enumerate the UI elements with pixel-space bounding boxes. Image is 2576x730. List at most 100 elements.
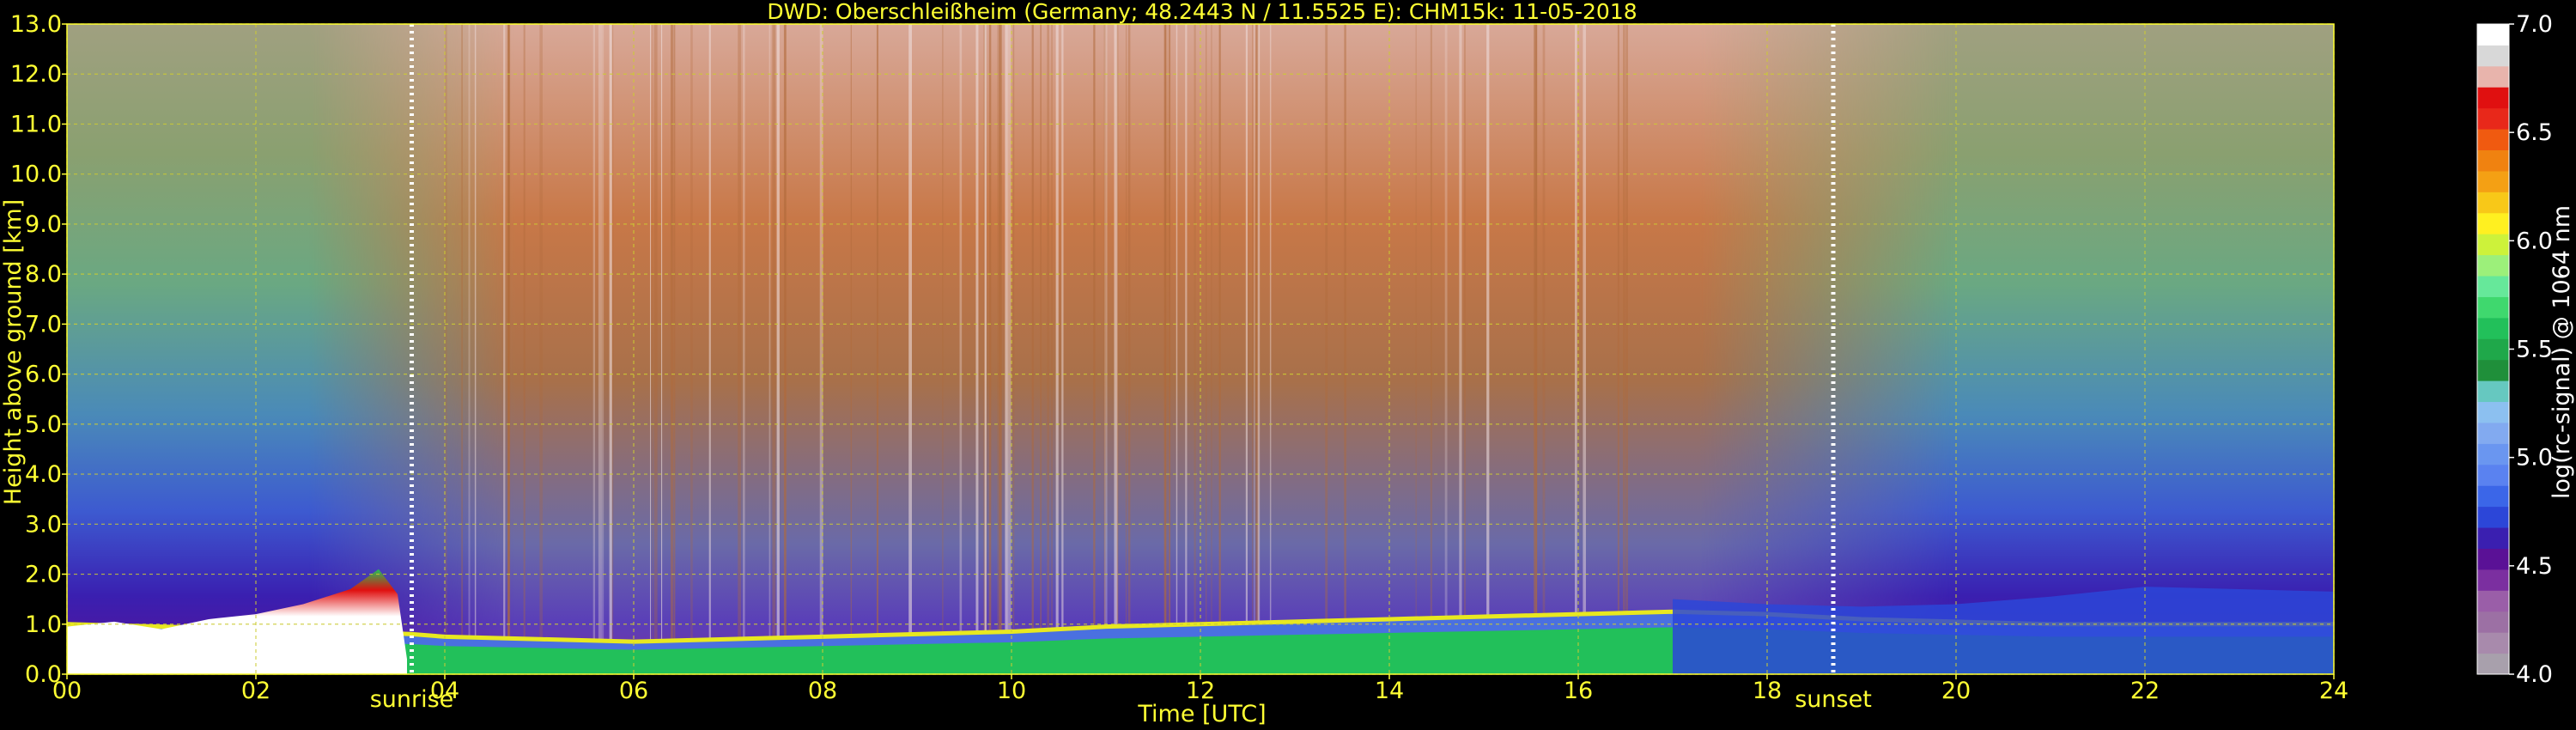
colorbar-level bbox=[2477, 485, 2509, 508]
signal-streak bbox=[1047, 24, 1049, 674]
signal-streak bbox=[523, 24, 526, 674]
colorbar-level bbox=[2477, 401, 2509, 423]
y-tick-label: 9.0 bbox=[25, 211, 62, 238]
y-tick-label: 1.0 bbox=[25, 611, 62, 638]
x-tick-label: 22 bbox=[2130, 678, 2160, 704]
colorbar-level bbox=[2477, 170, 2509, 192]
x-tick-label: 18 bbox=[1753, 678, 1782, 704]
colorbar-level bbox=[2477, 632, 2509, 654]
colorbar-tick-label: 4.5 bbox=[2516, 553, 2553, 580]
x-tick-label: 24 bbox=[2319, 678, 2348, 704]
y-tick-label: 13.0 bbox=[10, 11, 62, 38]
signal-streak bbox=[1617, 24, 1619, 674]
colorbar-level bbox=[2477, 276, 2509, 297]
x-tick-label: 10 bbox=[997, 678, 1026, 704]
x-tick-label: 16 bbox=[1564, 678, 1593, 704]
y-tick-label: 6.0 bbox=[25, 362, 62, 388]
signal-streak bbox=[503, 24, 506, 674]
signal-streak bbox=[876, 24, 878, 674]
colorbar-tick-label: 6.0 bbox=[2516, 228, 2553, 254]
signal-streak bbox=[743, 24, 745, 674]
colorbar-tick-label: 5.5 bbox=[2516, 337, 2553, 363]
colorbar-level bbox=[2477, 65, 2509, 88]
signal-streak bbox=[660, 24, 663, 674]
colorbar-level bbox=[2477, 296, 2509, 319]
y-tick-label: 11.0 bbox=[10, 111, 62, 137]
signal-streak bbox=[1211, 24, 1212, 674]
colorbar-level bbox=[2477, 129, 2509, 151]
colorbar-level bbox=[2477, 212, 2509, 234]
signal-streak bbox=[1168, 24, 1171, 674]
colorbar-level bbox=[2477, 317, 2509, 339]
colorbar-level bbox=[2477, 590, 2509, 612]
x-tick-label: 02 bbox=[241, 678, 270, 704]
signal-streak bbox=[1486, 24, 1490, 674]
annotation-label: sunset bbox=[1795, 686, 1872, 713]
signal-streak bbox=[1164, 24, 1168, 674]
y-tick-label: 7.0 bbox=[25, 311, 62, 338]
signal-streak bbox=[1055, 24, 1059, 674]
signal-streak bbox=[1007, 24, 1012, 674]
signal-streak bbox=[1040, 24, 1042, 674]
colorbar-level bbox=[2477, 380, 2509, 403]
colorbar-level bbox=[2477, 443, 2509, 465]
colorbar-level bbox=[2477, 422, 2509, 444]
colorbar-level bbox=[2477, 24, 2509, 46]
signal-streak bbox=[598, 24, 602, 674]
signal-streak bbox=[650, 24, 652, 674]
x-tick-label: 08 bbox=[808, 678, 837, 704]
colorbar-level bbox=[2477, 338, 2509, 361]
signal-streak bbox=[1061, 24, 1064, 674]
signal-streak bbox=[1194, 24, 1196, 674]
y-tick-label: 5.0 bbox=[25, 411, 62, 438]
colorbar-level bbox=[2477, 548, 2509, 570]
signal-streak bbox=[985, 24, 987, 674]
signal-streak bbox=[1430, 24, 1432, 674]
signal-streak bbox=[1127, 24, 1131, 674]
signal-streak bbox=[769, 24, 771, 674]
signal-streak bbox=[1459, 24, 1462, 674]
ceilometer-chart: 00 02 04 06 08 10 12 14 16 18 20 22 24 0.01.02.03.04… bbox=[0, 0, 2575, 727]
colorbar-level bbox=[2477, 464, 2509, 486]
annotation-labels: sunrise sunset bbox=[370, 686, 1872, 713]
colorbar bbox=[2476, 23, 2510, 675]
signal-streak bbox=[653, 24, 658, 674]
signal-streak bbox=[609, 24, 612, 674]
signal-streak bbox=[652, 24, 653, 674]
signal-streak bbox=[474, 24, 477, 674]
signal-streak bbox=[1464, 24, 1466, 674]
signal-streak bbox=[1176, 24, 1178, 674]
signal-streak bbox=[461, 24, 463, 674]
signal-streak bbox=[1583, 24, 1586, 674]
signal-streak bbox=[592, 24, 596, 674]
signal-streak bbox=[690, 24, 693, 674]
signal-streak bbox=[1623, 24, 1625, 674]
signal-streak bbox=[1325, 24, 1328, 674]
chart-title: DWD: Oberschleißheim (Germany; 48.2443 N… bbox=[767, 0, 1637, 24]
signal-streak bbox=[708, 24, 711, 674]
colorbar-ticks: 4.0 4.5 5.0 5.5 6.0 6.5 7.0 bbox=[2509, 11, 2553, 688]
y-tick-label: 12.0 bbox=[10, 61, 62, 88]
signal-streak bbox=[975, 24, 979, 674]
colorbar-level bbox=[2477, 192, 2509, 214]
signal-streak bbox=[468, 24, 471, 674]
plot-area bbox=[66, 23, 2335, 675]
y-tick-label: 3.0 bbox=[25, 511, 62, 538]
signal-streak bbox=[997, 24, 1000, 674]
signal-streak bbox=[1574, 24, 1577, 674]
x-tick-label: 20 bbox=[1941, 678, 1971, 704]
y-tick-label: 4.0 bbox=[25, 461, 62, 488]
colorbar-level bbox=[2477, 234, 2509, 256]
colorbar-level bbox=[2477, 254, 2509, 277]
signal-streak bbox=[1625, 24, 1629, 674]
colorbar-level bbox=[2477, 359, 2509, 381]
signal-streak bbox=[1257, 24, 1261, 674]
colorbar-level bbox=[2477, 527, 2509, 549]
signal-streak bbox=[738, 24, 741, 674]
signal-streak bbox=[1031, 24, 1034, 674]
signal-streak bbox=[1269, 24, 1272, 674]
x-tick-label: 06 bbox=[619, 678, 648, 704]
signal-streak bbox=[1254, 24, 1255, 674]
signal-streak bbox=[673, 24, 676, 674]
x-tick-label: 14 bbox=[1375, 678, 1404, 704]
